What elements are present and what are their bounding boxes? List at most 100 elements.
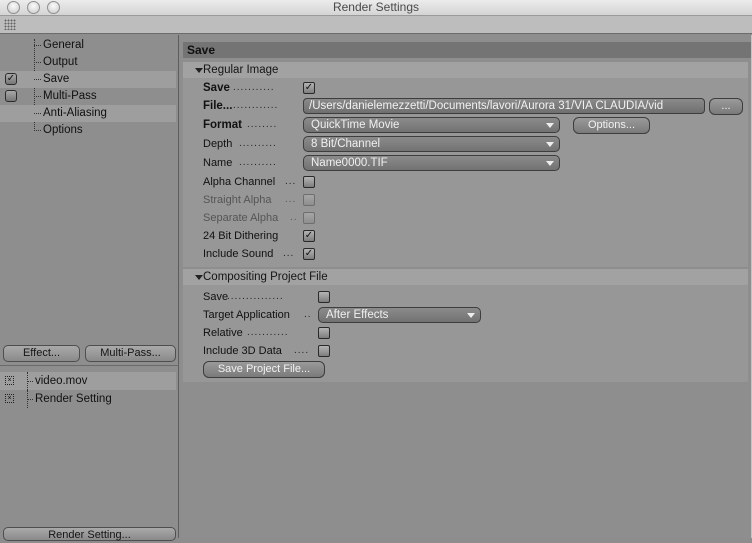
chevron-down-icon — [546, 142, 554, 147]
settings-nav: General Output ✓ Save Multi-Pass Anti-Al… — [0, 37, 176, 139]
render-setting-icon: × — [5, 376, 14, 385]
alpha-channel-row: Alpha Channel ... — [203, 173, 403, 191]
target-application-label: Target Application — [203, 309, 290, 321]
name-dropdown[interactable]: Name0000.TIF — [303, 155, 560, 171]
render-setting-button[interactable]: Render Setting... — [3, 527, 176, 541]
label-leader: .......... — [239, 157, 277, 168]
window-title: Render Settings — [332, 0, 420, 14]
target-application-value: After Effects — [326, 309, 389, 321]
nav-item-options[interactable]: Options — [0, 122, 176, 139]
label-leader: ........... — [247, 327, 289, 338]
disclosure-triangle-icon — [195, 68, 203, 73]
dithering-row: 24 Bit Dithering ✓ — [203, 227, 403, 245]
nav-item-save[interactable]: ✓ Save — [0, 71, 176, 88]
nav-item-multi-pass[interactable]: Multi-Pass — [0, 88, 176, 105]
browse-file-button[interactable]: ... — [709, 98, 743, 115]
nav-item-label: General — [43, 39, 84, 51]
list-item-video[interactable]: × video.mov — [0, 372, 176, 390]
relative-label: Relative — [203, 327, 243, 339]
include-3d-label: Include 3D Data — [203, 345, 282, 357]
relative-checkbox[interactable] — [318, 327, 330, 339]
label-leader: .......... — [239, 138, 277, 149]
label-leader: ............ — [233, 100, 279, 111]
label-leader: ... — [285, 176, 297, 187]
list-item-render-setting[interactable]: × Render Setting — [0, 390, 176, 408]
relative-row: Relative ........... — [203, 324, 403, 342]
nav-item-label: Output — [43, 56, 78, 68]
divider — [0, 365, 179, 366]
render-settings-list: × video.mov × Render Setting — [0, 372, 176, 408]
composite-save-label: Save — [203, 291, 229, 303]
target-application-row: Target Application .. After Effects — [203, 306, 503, 324]
straight-alpha-checkbox[interactable] — [303, 194, 315, 206]
chevron-down-icon — [467, 313, 475, 318]
alpha-channel-checkbox[interactable] — [303, 176, 315, 188]
include-3d-checkbox[interactable] — [318, 345, 330, 357]
chevron-down-icon — [546, 161, 554, 166]
include-sound-label: Include Sound — [203, 248, 274, 260]
separate-alpha-checkbox[interactable] — [303, 212, 315, 224]
nav-item-general[interactable]: General — [0, 37, 176, 54]
effect-button[interactable]: Effect... — [3, 345, 80, 362]
save-enable-checkbox[interactable]: ✓ — [5, 73, 17, 85]
save-label: Save — [203, 82, 230, 94]
save-checkbox[interactable]: ✓ — [303, 82, 315, 94]
format-dropdown[interactable]: QuickTime Movie — [303, 117, 560, 133]
multi-pass-button[interactable]: Multi-Pass... — [85, 345, 176, 362]
depth-dropdown[interactable]: 8 Bit/Channel — [303, 136, 560, 152]
dithering-checkbox[interactable]: ✓ — [303, 230, 315, 242]
group-title: Compositing Project File — [203, 271, 328, 283]
composite-save-row: Save ............... — [203, 288, 403, 306]
nav-item-output[interactable]: Output — [0, 54, 176, 71]
name-row: Name .......... Name0000.TIF — [203, 154, 748, 172]
list-item-label: Render Setting — [35, 393, 112, 405]
name-label: Name — [203, 157, 233, 169]
alpha-channel-label: Alpha Channel — [203, 176, 276, 188]
dithering-label: 24 Bit Dithering — [203, 230, 279, 242]
straight-alpha-label: Straight Alpha — [203, 194, 272, 206]
name-value: Name0000.TIF — [311, 157, 388, 169]
format-value: QuickTime Movie — [311, 119, 400, 131]
label-leader: ........ — [247, 119, 278, 130]
save-project-file-button[interactable]: Save Project File... — [203, 361, 325, 378]
label-leader: ............... — [227, 291, 284, 302]
label-leader: .... — [294, 345, 310, 356]
format-label: Format — [203, 119, 242, 131]
nav-item-label: Anti-Aliasing — [43, 107, 107, 119]
depth-row: Depth .......... 8 Bit/Channel — [203, 135, 748, 153]
compositing-group: Compositing Project File Save ..........… — [183, 269, 748, 382]
nav-item-label: Save — [43, 73, 70, 85]
render-setting-icon: × — [5, 394, 14, 403]
list-item-label: video.mov — [35, 375, 88, 387]
grip-icon[interactable] — [4, 19, 16, 30]
include-sound-checkbox[interactable]: ✓ — [303, 248, 315, 260]
toolbar — [0, 16, 752, 34]
target-application-dropdown[interactable]: After Effects — [318, 307, 481, 323]
group-title: Regular Image — [203, 64, 279, 76]
regular-image-header[interactable]: Regular Image — [183, 62, 748, 78]
label-leader: ... — [285, 194, 297, 205]
nav-item-anti-aliasing[interactable]: Anti-Aliasing — [0, 105, 176, 122]
file-path-field[interactable]: /Users/danielemezzetti/Documents/lavori/… — [303, 98, 705, 114]
depth-value: 8 Bit/Channel — [311, 138, 381, 150]
nav-item-label: Options — [43, 124, 83, 136]
separate-alpha-label: Separate Alpha — [203, 212, 279, 224]
separate-alpha-row: Separate Alpha .. — [203, 209, 403, 227]
depth-label: Depth — [203, 138, 233, 150]
label-leader: ... — [283, 248, 295, 259]
label-leader: .. — [304, 309, 312, 320]
file-row: File... ............ /Users/danielemezze… — [203, 97, 748, 115]
section-title: Save — [183, 42, 752, 58]
file-label: File... — [203, 100, 233, 112]
include-3d-row: Include 3D Data .... — [203, 342, 403, 360]
multi-pass-enable-checkbox[interactable] — [5, 90, 17, 102]
label-leader: ........... — [233, 82, 275, 93]
options-button[interactable]: Options... — [573, 117, 650, 134]
main-panel: Save Regular Image Save ........... ✓ Fi… — [181, 35, 752, 538]
straight-alpha-row: Straight Alpha ... — [203, 191, 403, 209]
save-row: Save ........... ✓ — [203, 79, 743, 97]
composite-save-checkbox[interactable] — [318, 291, 330, 303]
regular-image-group: Regular Image Save ........... ✓ File...… — [183, 62, 748, 267]
label-leader: .. — [290, 212, 298, 223]
compositing-header[interactable]: Compositing Project File — [183, 269, 748, 285]
